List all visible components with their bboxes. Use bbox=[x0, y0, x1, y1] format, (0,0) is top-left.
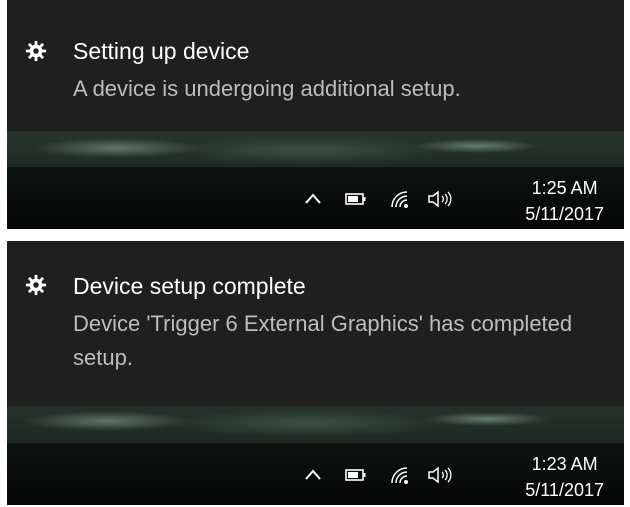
clock-time: 1:23 AM bbox=[531, 454, 598, 474]
volume-icon[interactable] bbox=[427, 189, 453, 209]
gear-icon bbox=[25, 274, 47, 296]
taskbar-clock[interactable]: 1:25 AM 5/11/2017 bbox=[525, 175, 604, 227]
wifi-icon[interactable] bbox=[389, 465, 413, 485]
toast-notification[interactable]: Device setup complete Device 'Trigger 6 … bbox=[7, 241, 624, 406]
toast-body: Device 'Trigger 6 External Graphics' has… bbox=[73, 311, 573, 370]
taskbar-clock[interactable]: 1:23 AM 5/11/2017 bbox=[525, 451, 604, 503]
clock-time: 1:25 AM bbox=[531, 178, 598, 198]
notification-panel-1: Setting up device A device is undergoing… bbox=[7, 0, 624, 229]
wifi-icon[interactable] bbox=[389, 189, 413, 209]
chevron-up-icon[interactable] bbox=[303, 189, 323, 209]
volume-icon[interactable] bbox=[427, 465, 453, 485]
battery-icon[interactable] bbox=[345, 465, 367, 485]
toast-notification[interactable]: Setting up device A device is undergoing… bbox=[7, 0, 624, 131]
battery-icon[interactable] bbox=[345, 189, 367, 209]
taskbar: 1:23 AM 5/11/2017 bbox=[7, 443, 624, 505]
toast-title: Setting up device bbox=[73, 38, 250, 64]
toast-body: A device is undergoing additional setup. bbox=[73, 76, 461, 101]
chevron-up-icon[interactable] bbox=[303, 465, 323, 485]
toast-title: Device setup complete bbox=[73, 273, 306, 299]
clock-date: 5/11/2017 bbox=[525, 480, 604, 500]
gear-icon bbox=[25, 40, 47, 62]
clock-date: 5/11/2017 bbox=[525, 204, 604, 224]
taskbar: 1:25 AM 5/11/2017 bbox=[7, 167, 624, 229]
notification-panel-2: Device setup complete Device 'Trigger 6 … bbox=[7, 241, 624, 505]
